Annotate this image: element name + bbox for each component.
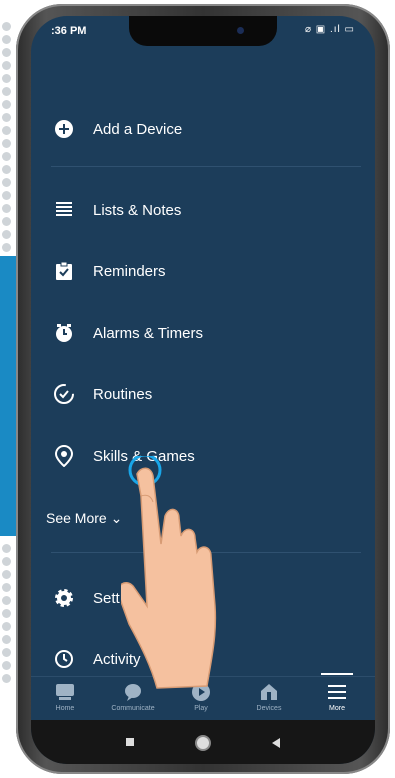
see-more-button[interactable]: See More ⌄	[46, 510, 122, 527]
nav-more-label: More	[329, 705, 345, 712]
menu-item-lists-notes[interactable]: Lists & Notes	[31, 188, 375, 232]
bottom-navigation: Home Communicate Play Devices More	[31, 673, 375, 721]
system-navigation-bar	[31, 720, 375, 764]
history-icon	[53, 648, 75, 670]
back-triangle-icon	[272, 738, 280, 748]
nav-home-label: Home	[55, 705, 75, 712]
menu-lines-icon	[303, 679, 371, 705]
home-icon	[31, 679, 99, 705]
back-button[interactable]	[271, 736, 281, 754]
nav-devices[interactable]: Devices	[235, 679, 303, 721]
nav-home[interactable]: Home	[31, 679, 99, 721]
routine-check-icon	[53, 383, 75, 405]
add-device-item[interactable]: Add a Device	[31, 107, 375, 151]
chat-bubble-icon	[99, 679, 167, 705]
menu-item-alarms-timers[interactable]: Alarms & Timers	[31, 311, 375, 355]
nav-play-label: Play	[194, 705, 208, 712]
menu-item-label: Alarms & Timers	[93, 324, 204, 342]
home-system-button[interactable]	[195, 735, 211, 751]
chevron-down-icon: ⌄	[110, 510, 123, 526]
circle-icon	[195, 735, 211, 751]
camera-icon	[237, 27, 244, 34]
nav-more[interactable]: More	[303, 673, 371, 721]
nav-play[interactable]: Play	[167, 679, 235, 721]
decorative-blue-bar	[0, 256, 16, 536]
status-icons: ⌀ ▣ .ıl ▭	[304, 24, 355, 35]
alarm-clock-icon	[53, 322, 75, 344]
menu-item-skills-games[interactable]: Skills & Games	[31, 434, 375, 478]
add-device-label: Add a Device	[93, 120, 183, 138]
notch	[129, 16, 277, 46]
menu-item-reminders[interactable]: Reminders	[31, 249, 375, 293]
menu-item-label: Activity	[93, 650, 141, 668]
square-icon	[126, 738, 134, 746]
menu-item-label: Routines	[93, 385, 153, 403]
phone: :36 PM ⌀ ▣ .ıl ▭ Add a Device Lists & No…	[16, 0, 390, 778]
nav-communicate-label: Communicate	[111, 705, 155, 712]
menu-item-label: Reminders	[93, 262, 166, 280]
see-more-label: See More	[46, 510, 107, 526]
recent-apps-button[interactable]	[126, 738, 134, 746]
status-time: :36 PM	[51, 25, 87, 37]
phone-screen: :36 PM ⌀ ▣ .ıl ▭ Add a Device Lists & No…	[31, 16, 375, 764]
add-circle-icon	[53, 118, 75, 140]
nav-devices-label: Devices	[256, 705, 282, 712]
menu-item-label: Sett	[93, 589, 120, 607]
devices-house-icon	[235, 679, 303, 705]
decorative-dots-bottom	[0, 540, 14, 687]
list-icon	[53, 199, 75, 221]
gear-icon	[53, 587, 75, 609]
menu-item-routines[interactable]: Routines	[31, 372, 375, 416]
divider	[51, 552, 361, 553]
divider	[51, 166, 361, 167]
menu-item-settings[interactable]: Sett	[31, 576, 375, 620]
menu-item-label: Skills & Games	[93, 447, 195, 465]
decorative-dots-top	[0, 18, 14, 256]
location-pin-icon	[53, 445, 75, 467]
clipboard-check-icon	[53, 260, 75, 282]
play-icon	[167, 679, 235, 705]
nav-communicate[interactable]: Communicate	[99, 679, 167, 721]
menu-item-label: Lists & Notes	[93, 201, 182, 219]
